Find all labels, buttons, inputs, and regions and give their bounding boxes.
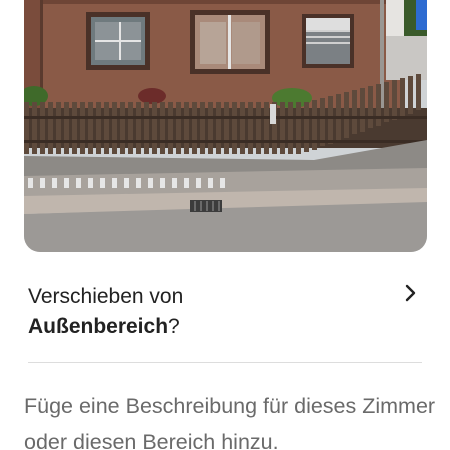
listing-photo-image: [24, 0, 427, 252]
move-prefix: Verschieben von: [28, 285, 184, 308]
listing-photo[interactable]: [24, 0, 427, 252]
section-divider: [28, 362, 422, 363]
add-description-prompt[interactable]: Füge eine Beschreibung für dieses Zimmer…: [24, 388, 444, 450]
move-room-name: Außenbereich: [28, 315, 169, 338]
move-photo-row[interactable]: Verschieben von Außenbereich?: [28, 280, 424, 346]
move-suffix: ?: [168, 315, 180, 338]
chevron-right-icon[interactable]: [402, 284, 420, 302]
photo-detail-screen: Verschieben von Außenbereich? Füge eine …: [0, 0, 450, 450]
move-photo-text: Verschieben von Außenbereich?: [28, 282, 388, 342]
